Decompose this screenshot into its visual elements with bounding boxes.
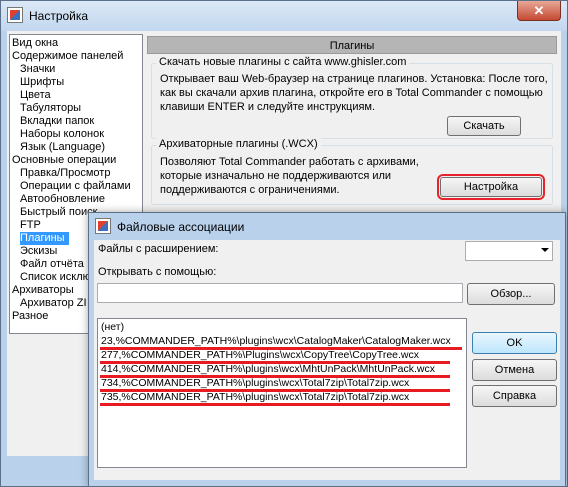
tree-item[interactable]: Автообновление xyxy=(20,193,105,206)
download-button[interactable]: Скачать xyxy=(447,116,521,136)
window-title: Настройка xyxy=(29,9,89,23)
dialog-title: Файловые ассоциации xyxy=(117,220,245,234)
title-bar[interactable]: Настройка ✕ xyxy=(1,1,567,31)
tree-item[interactable]: Операции с файлами xyxy=(20,180,131,193)
file-associations-dialog: Файловые ассоциации Файлы с расширением:… xyxy=(88,212,566,487)
open-with-label: Открывать с помощью: xyxy=(98,266,217,278)
red-underline xyxy=(100,403,450,406)
extensions-label: Файлы с расширением: xyxy=(98,243,219,255)
extension-combo[interactable] xyxy=(465,241,553,261)
list-item[interactable]: 414,%COMMANDER_PATH%\plugins\wcx\MhtUnPa… xyxy=(101,362,435,376)
tree-item[interactable]: Значки xyxy=(20,63,55,76)
archiver-group-description: Позволяют Total Commander работать с арх… xyxy=(160,156,419,196)
dialog-title-bar[interactable]: Файловые ассоциации xyxy=(89,213,565,241)
tree-item[interactable]: Правка/Просмотр xyxy=(20,167,110,180)
archiver-settings-button[interactable]: Настройка xyxy=(437,174,545,200)
browse-button[interactable]: Обзор... xyxy=(467,283,555,305)
close-button[interactable]: ✕ xyxy=(517,1,561,21)
tree-item[interactable]: Плагины xyxy=(20,232,69,245)
tree-item[interactable]: Архиваторы xyxy=(12,284,74,297)
list-item[interactable]: (нет) xyxy=(101,320,124,334)
tree-item[interactable]: Содержимое панелей xyxy=(12,50,123,63)
panel-title: Плагины xyxy=(147,36,557,54)
tree-item[interactable]: Язык (Language) xyxy=(20,141,105,154)
tree-item[interactable]: Вид окна xyxy=(12,37,58,50)
list-item[interactable]: 23,%COMMANDER_PATH%\plugins\wcx\CatalogM… xyxy=(101,334,451,348)
tree-item[interactable]: Архиватор ZI xyxy=(20,297,87,310)
download-group-description: Открывает ваш Web-браузер на странице пл… xyxy=(160,73,548,113)
tree-item[interactable]: Разное xyxy=(12,310,48,323)
archiver-group: Архиваторные плагины (.WCX) Позволяют To… xyxy=(151,138,553,205)
list-item[interactable]: 735,%COMMANDER_PATH%\plugins\wcx\Total7z… xyxy=(101,390,409,404)
tree-item[interactable]: Файл отчёта xyxy=(20,258,84,271)
help-button[interactable]: Справка xyxy=(472,385,557,407)
download-group: Скачать новые плагины с сайта www.ghisle… xyxy=(151,56,553,139)
list-item[interactable]: 277,%COMMANDER_PATH%\Plugins\wcx\CopyTre… xyxy=(101,348,419,362)
cancel-button[interactable]: Отмена xyxy=(472,359,557,381)
tree-item[interactable]: FTP xyxy=(20,219,41,232)
chevron-down-icon[interactable] xyxy=(541,248,549,252)
ok-button[interactable]: OK xyxy=(472,332,557,354)
tree-item[interactable]: Вкладки папок xyxy=(20,115,94,128)
tree-item[interactable]: Табуляторы xyxy=(20,102,81,115)
download-group-legend: Скачать новые плагины с сайта www.ghisle… xyxy=(156,56,410,68)
list-item[interactable]: 734,%COMMANDER_PATH%\plugins\wcx\Total7z… xyxy=(101,376,409,390)
tree-item[interactable]: Цвета xyxy=(20,89,51,102)
app-icon xyxy=(7,7,23,23)
plugin-listbox[interactable]: (нет) 23,%COMMANDER_PATH%\plugins\wcx\Cat… xyxy=(97,318,467,468)
tree-item[interactable]: Эскизы xyxy=(20,245,57,258)
archiver-group-legend: Архиваторные плагины (.WCX) xyxy=(156,138,321,150)
dialog-app-icon xyxy=(95,218,111,234)
dialog-client: Файлы с расширением: Открывать с помощью… xyxy=(94,240,560,480)
open-with-input[interactable] xyxy=(97,283,463,303)
tree-item[interactable]: Шрифты xyxy=(20,76,64,89)
tree-item[interactable]: Быстрый поиск xyxy=(20,206,97,219)
tree-item[interactable]: Наборы колонок xyxy=(20,128,104,141)
tree-item[interactable]: Основные операции xyxy=(12,154,116,167)
tree-item[interactable]: Список исклю xyxy=(20,271,91,284)
